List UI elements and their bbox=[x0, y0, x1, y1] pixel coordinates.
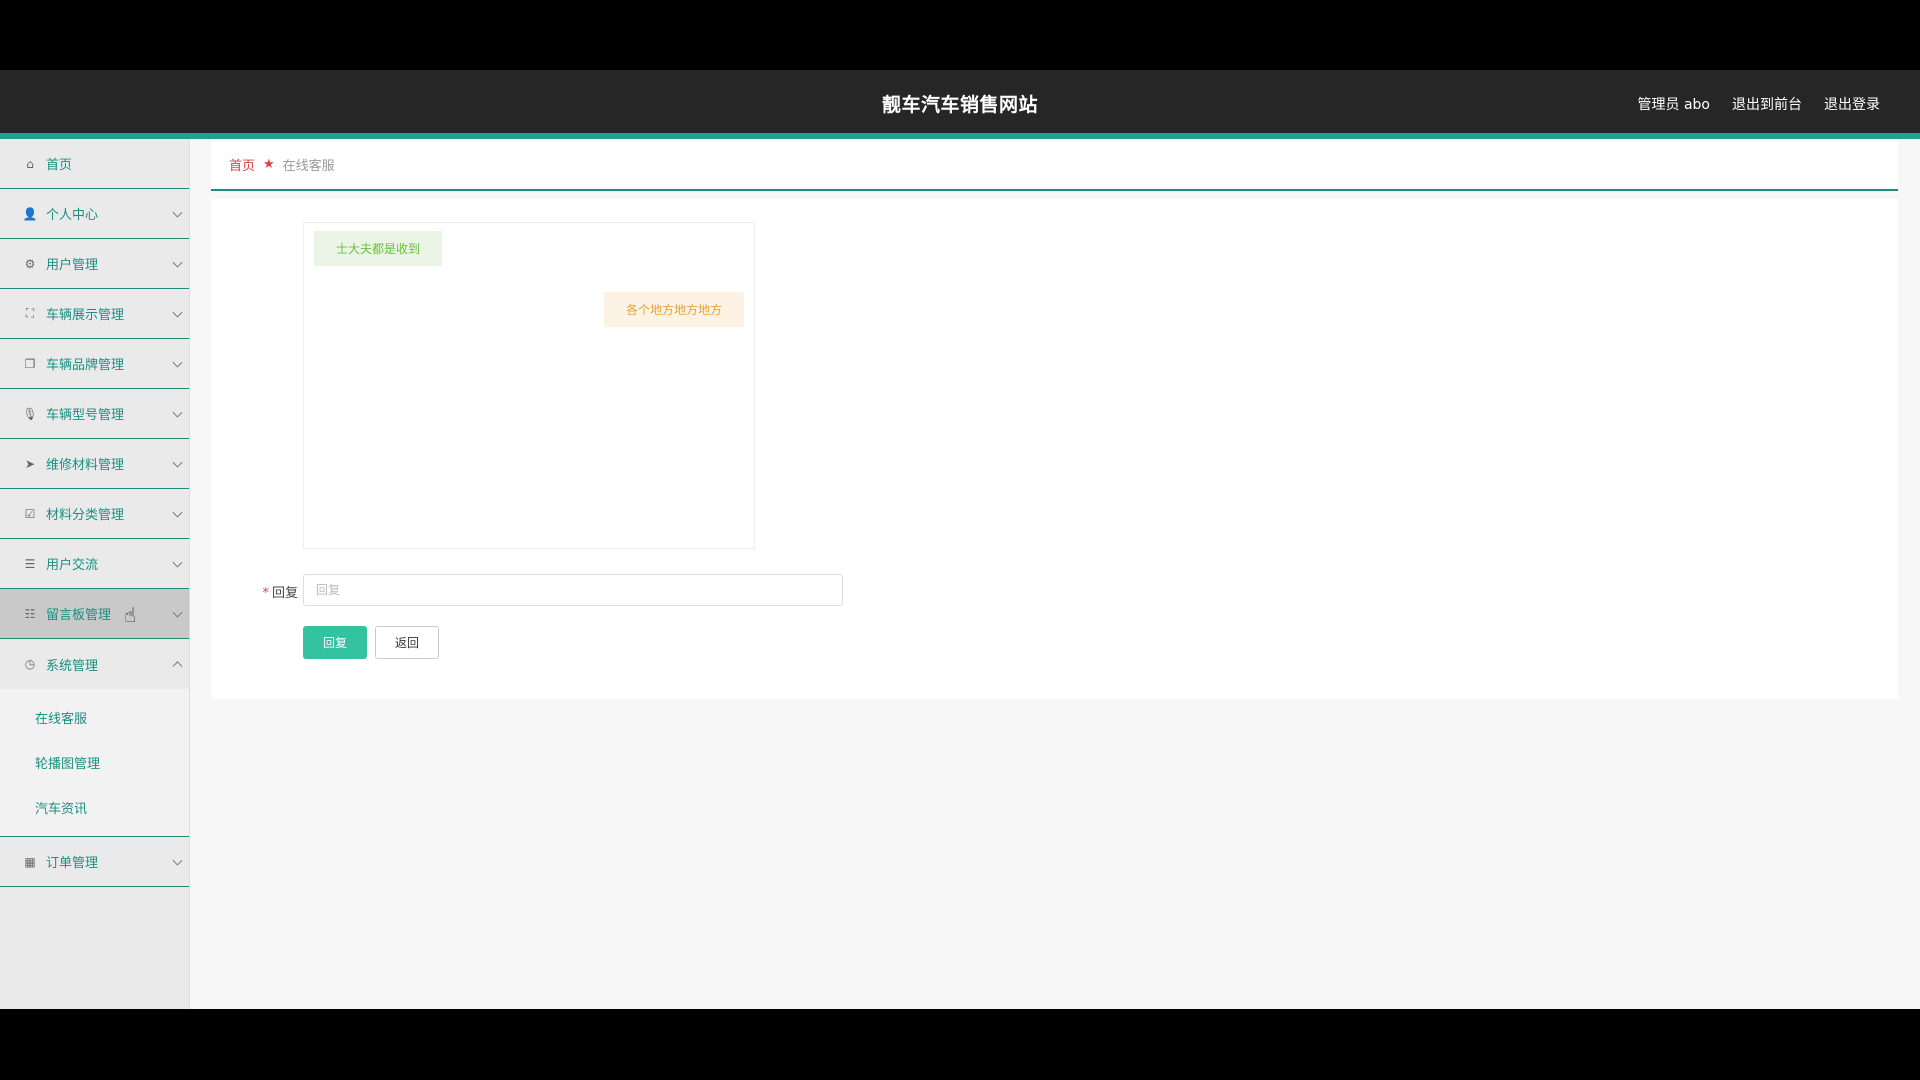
chevron-down-icon bbox=[172, 307, 183, 318]
admin-label: 管理员 abo bbox=[1637, 97, 1710, 113]
sidebar-item-order-management[interactable]: ▦ 订单管理 bbox=[0, 837, 189, 887]
breadcrumb-current: 在线客服 bbox=[282, 158, 335, 174]
chevron-down-icon bbox=[172, 557, 183, 568]
sidebar-item-system-management[interactable]: ◷ 系统管理 bbox=[0, 639, 189, 689]
grid-icon: ▦ bbox=[24, 854, 36, 869]
submenu-item-car-news[interactable]: 汽车资讯 bbox=[0, 785, 189, 830]
reply-button[interactable]: 回复 bbox=[303, 626, 367, 659]
reply-label: * 回复 bbox=[254, 582, 298, 601]
chat-message-admin: 各个地方地方地方 bbox=[603, 292, 744, 327]
submenu-item-online-service[interactable]: 在线客服 bbox=[0, 695, 189, 740]
app-header: 靓车汽车销售网站 管理员 abo 退出到前台 退出登录 bbox=[0, 70, 1920, 139]
fullscreen-icon: ⛶ bbox=[25, 306, 35, 320]
sidebar-item-label: 维修材料管理 bbox=[46, 458, 125, 473]
sidebar-item-label: 用户管理 bbox=[46, 258, 99, 273]
sidebar-item-label: 首页 bbox=[46, 158, 73, 173]
chevron-down-icon bbox=[172, 407, 183, 418]
site-title: 靓车汽车销售网站 bbox=[881, 94, 1038, 116]
chat-panel: 士大夫都是收到 各个地方地方地方 *回复 回复 返回 bbox=[211, 199, 1898, 699]
home-icon: ⌂ bbox=[26, 156, 34, 171]
sidebar-item-user-exchange[interactable]: ☰ 用户交流 bbox=[0, 539, 189, 589]
user-icon: 👤 bbox=[22, 206, 38, 221]
sidebar-item-label: 车辆型号管理 bbox=[46, 408, 125, 423]
chevron-down-icon bbox=[172, 207, 183, 218]
sidebar: ⌂ 首页 👤 个人中心 ⚙ 用户管理 ⛶ 车辆展示管理 ❐ 车辆品牌管理 🎙 车… bbox=[0, 139, 190, 1009]
hand-cursor-icon: ☝ bbox=[124, 603, 137, 627]
breadcrumb-home[interactable]: 首页 bbox=[229, 155, 255, 174]
sidebar-item-message-board[interactable]: ☷ 留言板管理 ☝ bbox=[0, 589, 189, 639]
chat-history[interactable]: 士大夫都是收到 各个地方地方地方 bbox=[303, 222, 755, 549]
sidebar-item-home[interactable]: ⌂ 首页 bbox=[0, 139, 189, 189]
required-mark: * bbox=[262, 586, 269, 601]
logout-link[interactable]: 退出登录 bbox=[1824, 94, 1880, 114]
chat-message-user: 士大夫都是收到 bbox=[314, 231, 443, 266]
bottom-black-bar bbox=[0, 1009, 1920, 1080]
sidebar-item-label: 用户交流 bbox=[46, 558, 99, 573]
reply-label-text: 回复 bbox=[271, 586, 298, 601]
chevron-down-icon bbox=[172, 457, 183, 468]
back-button[interactable]: 返回 bbox=[375, 626, 439, 659]
list-icon: ☰ bbox=[24, 556, 36, 571]
sidebar-item-label: 车辆品牌管理 bbox=[46, 358, 125, 373]
submenu-item-carousel[interactable]: 轮播图管理 bbox=[0, 740, 189, 785]
sidebar-item-label: 订单管理 bbox=[46, 856, 99, 871]
sidebar-item-label: 车辆展示管理 bbox=[46, 308, 125, 323]
chevron-down-icon bbox=[172, 607, 183, 618]
chevron-up-icon bbox=[172, 661, 183, 672]
sliders-icon: ☷ bbox=[24, 606, 36, 621]
sidebar-item-personal-center[interactable]: 👤 个人中心 bbox=[0, 189, 189, 239]
header-actions: 管理员 abo 退出到前台 退出登录 bbox=[1638, 94, 1880, 114]
sidebar-item-repair-material[interactable]: ➤ 维修材料管理 bbox=[0, 439, 189, 489]
main-content: 首页 ★ 在线客服 士大夫都是收到 各个地方地方地方 *回复 回复 返回 bbox=[190, 139, 1920, 1009]
chevron-down-icon bbox=[172, 855, 183, 866]
gear-icon: ⚙ bbox=[24, 256, 36, 271]
breadcrumb: 首页 ★ 在线客服 bbox=[211, 139, 1898, 191]
screen: 靓车汽车销售网站 管理员 abo 退出到前台 退出登录 ⌂ 首页 👤 个人中心 … bbox=[0, 0, 1920, 1080]
sidebar-item-label: 个人中心 bbox=[46, 208, 99, 223]
top-black-bar bbox=[0, 0, 1920, 70]
chevron-down-icon bbox=[172, 507, 183, 518]
sidebar-item-vehicle-model[interactable]: 🎙 车辆型号管理 bbox=[0, 389, 189, 439]
sidebar-item-vehicle-display[interactable]: ⛶ 车辆展示管理 bbox=[0, 289, 189, 339]
sidebar-item-label: 材料分类管理 bbox=[46, 508, 125, 523]
sidebar-item-label: 留言板管理 bbox=[46, 608, 112, 623]
paper-plane-icon: ➤ bbox=[24, 456, 36, 471]
microphone-icon: 🎙 bbox=[22, 406, 38, 421]
clock-icon: ◷ bbox=[24, 657, 36, 671]
sidebar-item-label: 系统管理 bbox=[46, 658, 99, 674]
chevron-down-icon bbox=[172, 357, 183, 368]
chevron-down-icon bbox=[172, 257, 183, 268]
copy-icon: ❐ bbox=[24, 356, 36, 371]
star-icon: ★ bbox=[263, 156, 275, 172]
system-submenu: 在线客服 轮播图管理 汽车资讯 bbox=[0, 689, 189, 837]
sidebar-item-material-category[interactable]: ☑ 材料分类管理 bbox=[0, 489, 189, 539]
checkbox-icon: ☑ bbox=[24, 506, 36, 521]
reply-input[interactable] bbox=[303, 574, 843, 606]
exit-to-front-link[interactable]: 退出到前台 bbox=[1732, 94, 1802, 114]
sidebar-item-user-management[interactable]: ⚙ 用户管理 bbox=[0, 239, 189, 289]
sidebar-item-vehicle-brand[interactable]: ❐ 车辆品牌管理 bbox=[0, 339, 189, 389]
